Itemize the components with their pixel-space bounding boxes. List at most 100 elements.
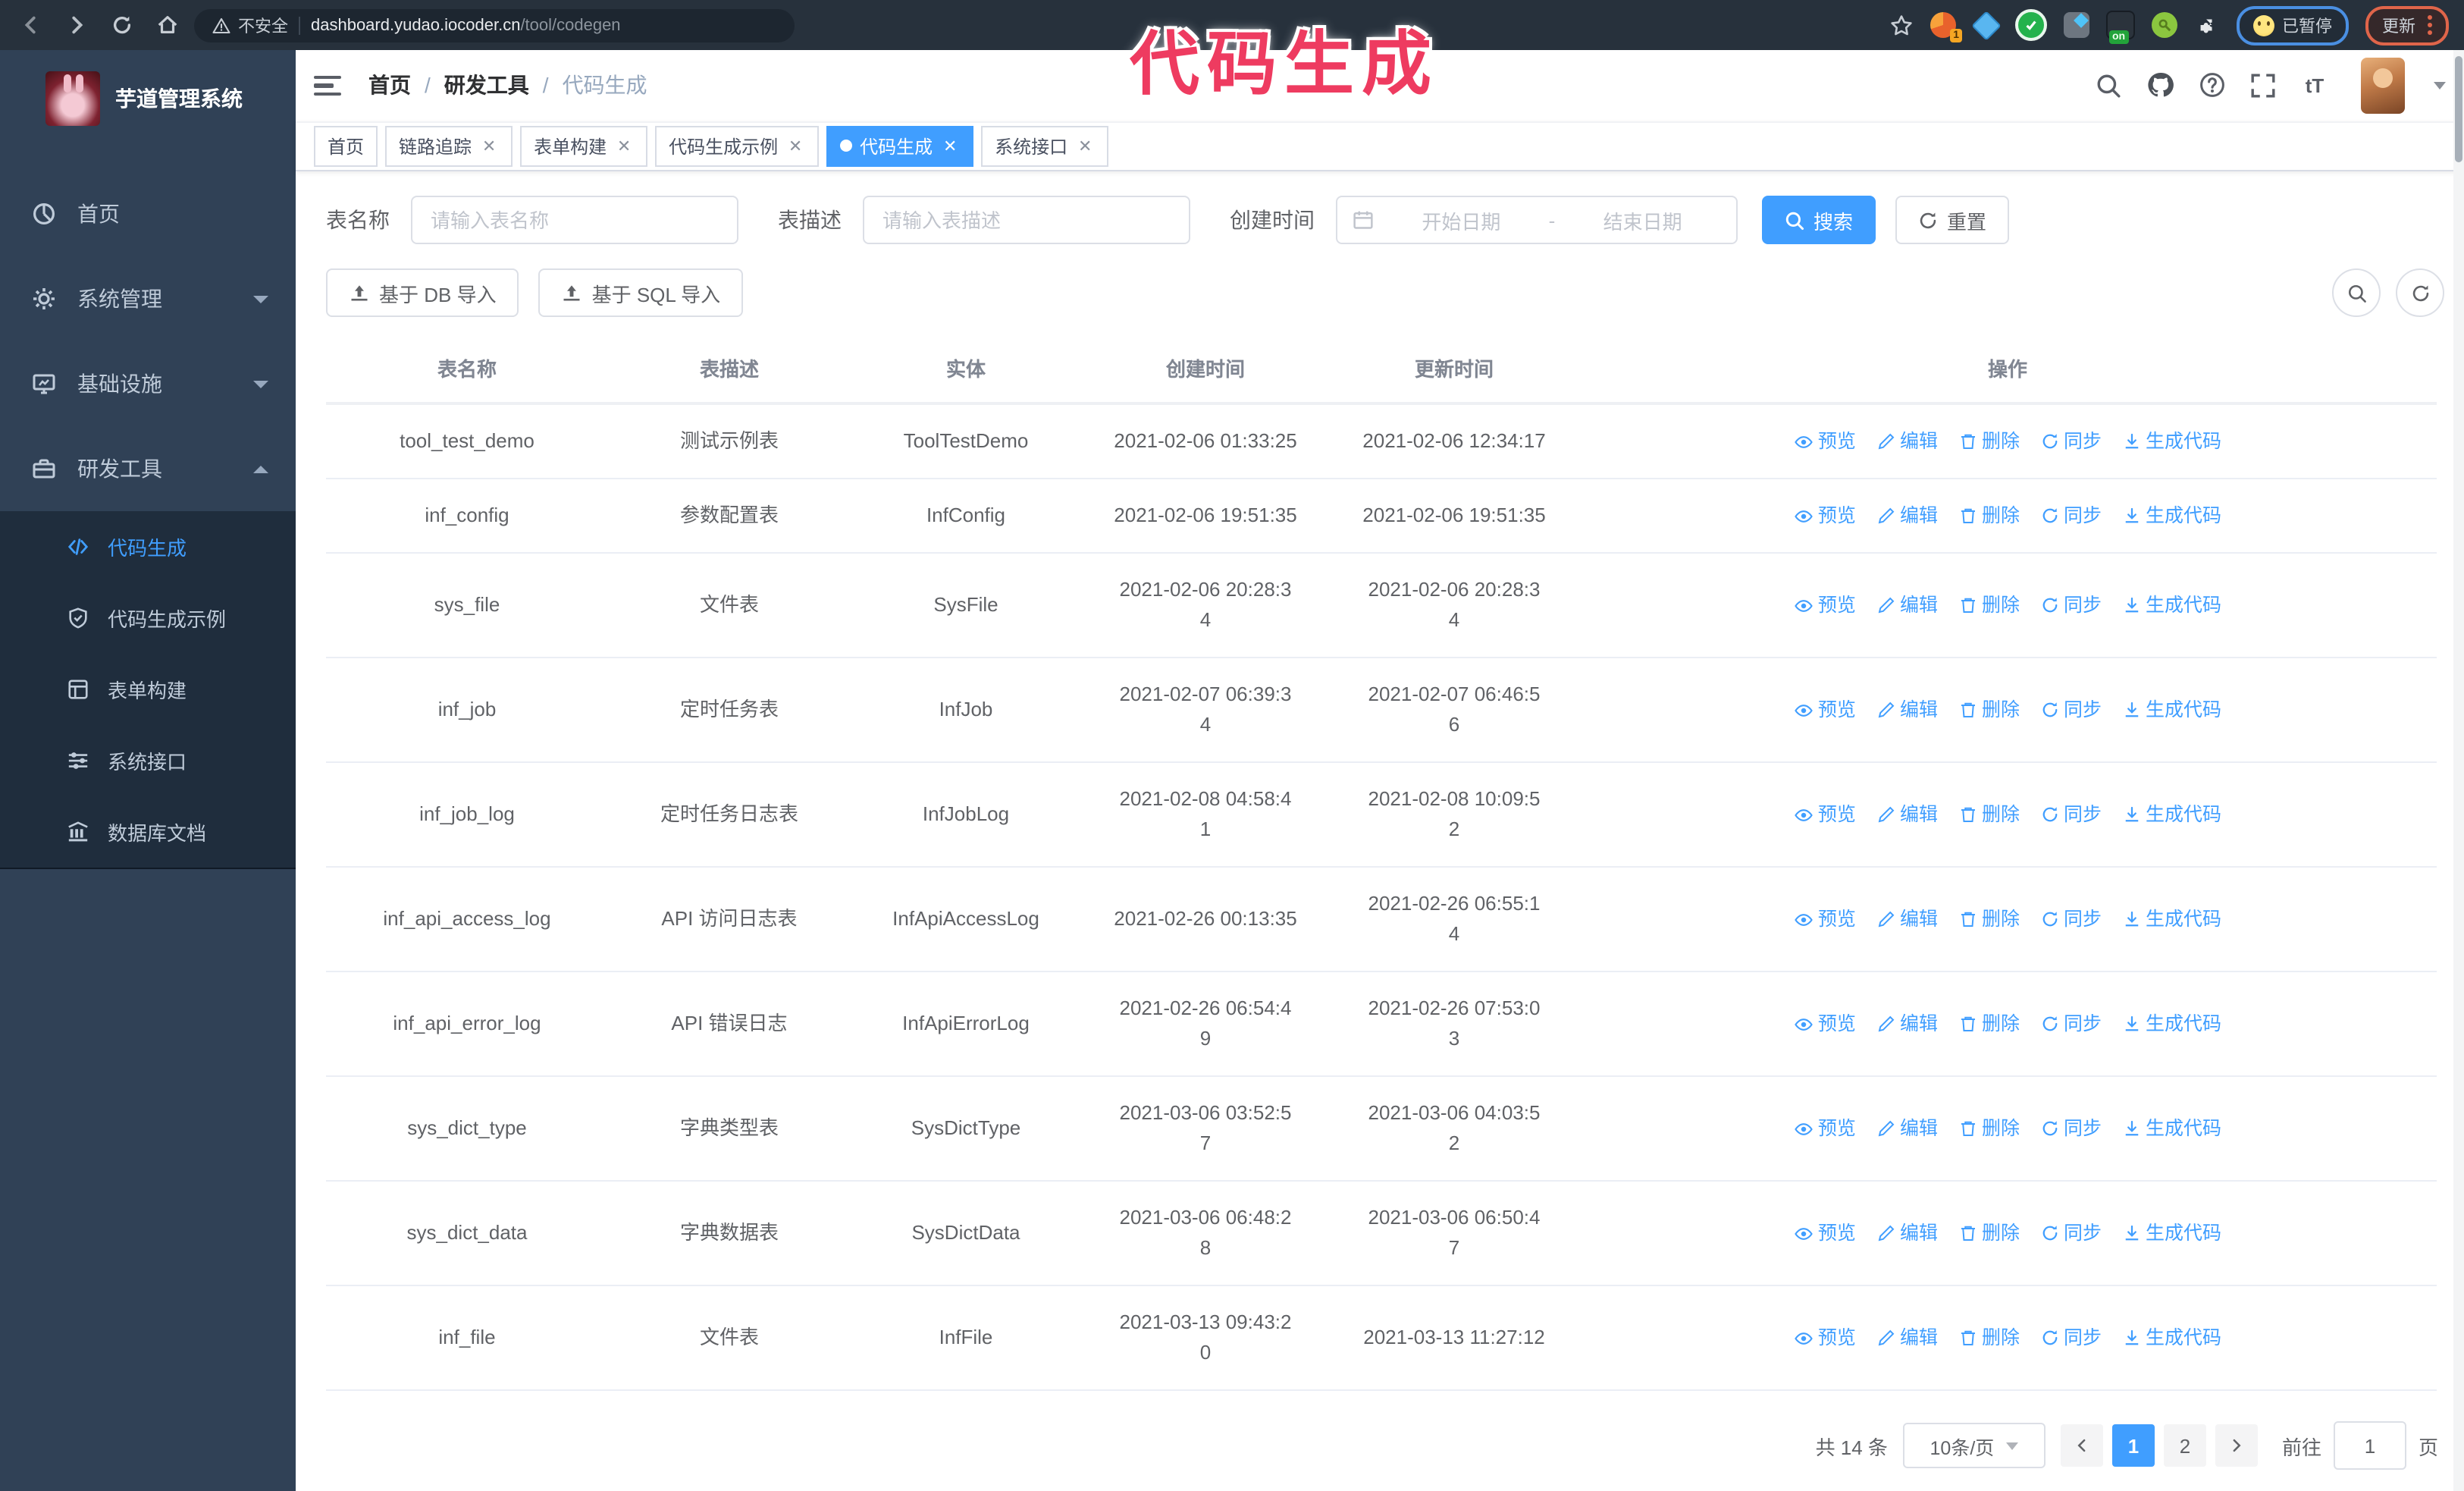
bookmark-star-icon[interactable] xyxy=(1889,13,1914,37)
tag-tracing[interactable]: 链路追踪 ✕ xyxy=(385,125,513,167)
page-size-select[interactable]: 10条/页 xyxy=(1902,1423,2045,1468)
avatar-dropdown-caret[interactable] xyxy=(2434,81,2446,89)
action-edit[interactable]: 编辑 xyxy=(1877,501,1938,531)
action-sync[interactable]: 同步 xyxy=(2041,1218,2102,1248)
action-preview[interactable]: 预览 xyxy=(1794,1009,1856,1039)
action-delete[interactable]: 删除 xyxy=(1959,1009,2020,1039)
reload-icon[interactable] xyxy=(109,13,133,37)
breadcrumb-home[interactable]: 首页 xyxy=(368,71,411,101)
action-delete[interactable]: 删除 xyxy=(1959,799,2020,830)
tag-system-api[interactable]: 系统接口 ✕ xyxy=(981,125,1109,167)
breadcrumb-devtools[interactable]: 研发工具 xyxy=(444,71,529,101)
sidebar-item-system-api[interactable]: 系统接口 xyxy=(0,725,296,796)
action-edit[interactable]: 编辑 xyxy=(1877,1323,1938,1353)
action-generate[interactable]: 生成代码 xyxy=(2123,1113,2221,1144)
scrollbar[interactable] xyxy=(2453,50,2464,1491)
action-generate[interactable]: 生成代码 xyxy=(2123,799,2221,830)
action-generate[interactable]: 生成代码 xyxy=(2123,426,2221,457)
action-edit[interactable]: 编辑 xyxy=(1877,799,1938,830)
refresh-table-button[interactable] xyxy=(2396,268,2444,317)
action-delete[interactable]: 删除 xyxy=(1959,501,2020,531)
action-edit[interactable]: 编辑 xyxy=(1877,590,1938,620)
action-preview[interactable]: 预览 xyxy=(1794,590,1856,620)
logo[interactable]: 芋道管理系统 xyxy=(0,50,296,144)
next-page-button[interactable] xyxy=(2215,1424,2258,1467)
avatar[interactable] xyxy=(2361,57,2405,114)
page-button-2[interactable]: 2 xyxy=(2163,1424,2206,1467)
sidebar-item-form-builder[interactable]: 表单构建 xyxy=(0,654,296,725)
tag-codegen[interactable]: 代码生成 ✕ xyxy=(826,125,974,167)
tag-form-builder[interactable]: 表单构建 ✕ xyxy=(520,125,648,167)
action-sync[interactable]: 同步 xyxy=(2041,501,2102,531)
action-sync[interactable]: 同步 xyxy=(2041,695,2102,725)
action-sync[interactable]: 同步 xyxy=(2041,1009,2102,1039)
action-delete[interactable]: 删除 xyxy=(1959,1323,2020,1353)
action-preview[interactable]: 预览 xyxy=(1794,904,1856,934)
action-delete[interactable]: 删除 xyxy=(1959,590,2020,620)
prev-page-button[interactable] xyxy=(2060,1424,2103,1467)
action-generate[interactable]: 生成代码 xyxy=(2123,1218,2221,1248)
profile-paused-pill[interactable]: 已暂停 xyxy=(2237,5,2349,45)
back-icon[interactable] xyxy=(18,13,42,37)
search-button[interactable]: 搜索 xyxy=(1762,196,1876,244)
extension-icon-1[interactable]: 1 xyxy=(1930,12,1962,42)
action-edit[interactable]: 编辑 xyxy=(1877,1218,1938,1248)
import-sql-button[interactable]: 基于 SQL 导入 xyxy=(538,268,744,317)
tag-codegen-demo[interactable]: 代码生成示例 ✕ xyxy=(655,125,820,167)
action-delete[interactable]: 删除 xyxy=(1959,1113,2020,1144)
import-db-button[interactable]: 基于 DB 导入 xyxy=(326,268,519,317)
home-icon[interactable] xyxy=(155,13,179,37)
sidebar-item-db-doc[interactable]: 数据库文档 xyxy=(0,796,296,868)
sidebar-item-codegen[interactable]: 代码生成 xyxy=(0,511,296,582)
action-edit[interactable]: 编辑 xyxy=(1877,904,1938,934)
action-sync[interactable]: 同步 xyxy=(2041,1323,2102,1353)
action-delete[interactable]: 删除 xyxy=(1959,426,2020,457)
action-delete[interactable]: 删除 xyxy=(1959,695,2020,725)
toggle-search-button[interactable] xyxy=(2332,268,2381,317)
extension-icon-4[interactable] xyxy=(2064,12,2089,38)
action-generate[interactable]: 生成代码 xyxy=(2123,695,2221,725)
sidebar-item-system[interactable]: 系统管理 xyxy=(0,256,296,341)
action-preview[interactable]: 预览 xyxy=(1794,1323,1856,1353)
action-generate[interactable]: 生成代码 xyxy=(2123,1323,2221,1353)
action-sync[interactable]: 同步 xyxy=(2041,1113,2102,1144)
action-sync[interactable]: 同步 xyxy=(2041,426,2102,457)
action-edit[interactable]: 编辑 xyxy=(1877,695,1938,725)
action-preview[interactable]: 预览 xyxy=(1794,1218,1856,1248)
action-preview[interactable]: 预览 xyxy=(1794,1113,1856,1144)
action-generate[interactable]: 生成代码 xyxy=(2123,590,2221,620)
action-delete[interactable]: 删除 xyxy=(1959,1218,2020,1248)
tag-home[interactable]: 首页 xyxy=(314,125,378,167)
action-generate[interactable]: 生成代码 xyxy=(2123,1009,2221,1039)
sidebar-item-infra[interactable]: 基础设施 xyxy=(0,341,296,426)
action-edit[interactable]: 编辑 xyxy=(1877,1113,1938,1144)
hamburger-icon[interactable] xyxy=(314,71,344,101)
reset-button[interactable]: 重置 xyxy=(1895,196,2010,244)
sidebar-item-codegen-demo[interactable]: 代码生成示例 xyxy=(0,582,296,654)
extension-icon-5[interactable]: on xyxy=(2106,11,2135,44)
forward-icon[interactable] xyxy=(64,13,88,37)
close-icon[interactable]: ✕ xyxy=(785,137,805,156)
table-desc-input[interactable] xyxy=(879,207,1174,233)
close-icon[interactable]: ✕ xyxy=(614,137,634,156)
extension-icon-6[interactable] xyxy=(2152,12,2177,38)
sidebar-item-devtools[interactable]: 研发工具 xyxy=(0,426,296,511)
action-preview[interactable]: 预览 xyxy=(1794,426,1856,457)
action-delete[interactable]: 删除 xyxy=(1959,904,2020,934)
extension-icon-3[interactable] xyxy=(2015,9,2047,41)
address-bar[interactable]: 不安全 dashboard.yudao.iocoder.cn/tool/code… xyxy=(194,8,795,42)
action-edit[interactable]: 编辑 xyxy=(1877,1009,1938,1039)
help-icon[interactable] xyxy=(2197,71,2226,100)
scrollbar-thumb[interactable] xyxy=(2455,56,2462,162)
browser-update-button[interactable]: 更新 xyxy=(2365,5,2449,45)
action-preview[interactable]: 预览 xyxy=(1794,799,1856,830)
action-generate[interactable]: 生成代码 xyxy=(2123,501,2221,531)
sidebar-item-home[interactable]: 首页 xyxy=(0,171,296,256)
action-preview[interactable]: 预览 xyxy=(1794,501,1856,531)
font-size-icon[interactable]: tT xyxy=(2300,71,2329,100)
browser-menu-icon[interactable] xyxy=(2428,15,2432,35)
page-button-1[interactable]: 1 xyxy=(2111,1424,2155,1467)
extension-icon-2[interactable] xyxy=(1970,10,2001,40)
close-icon[interactable]: ✕ xyxy=(940,137,960,156)
goto-page-input[interactable] xyxy=(2333,1421,2406,1470)
